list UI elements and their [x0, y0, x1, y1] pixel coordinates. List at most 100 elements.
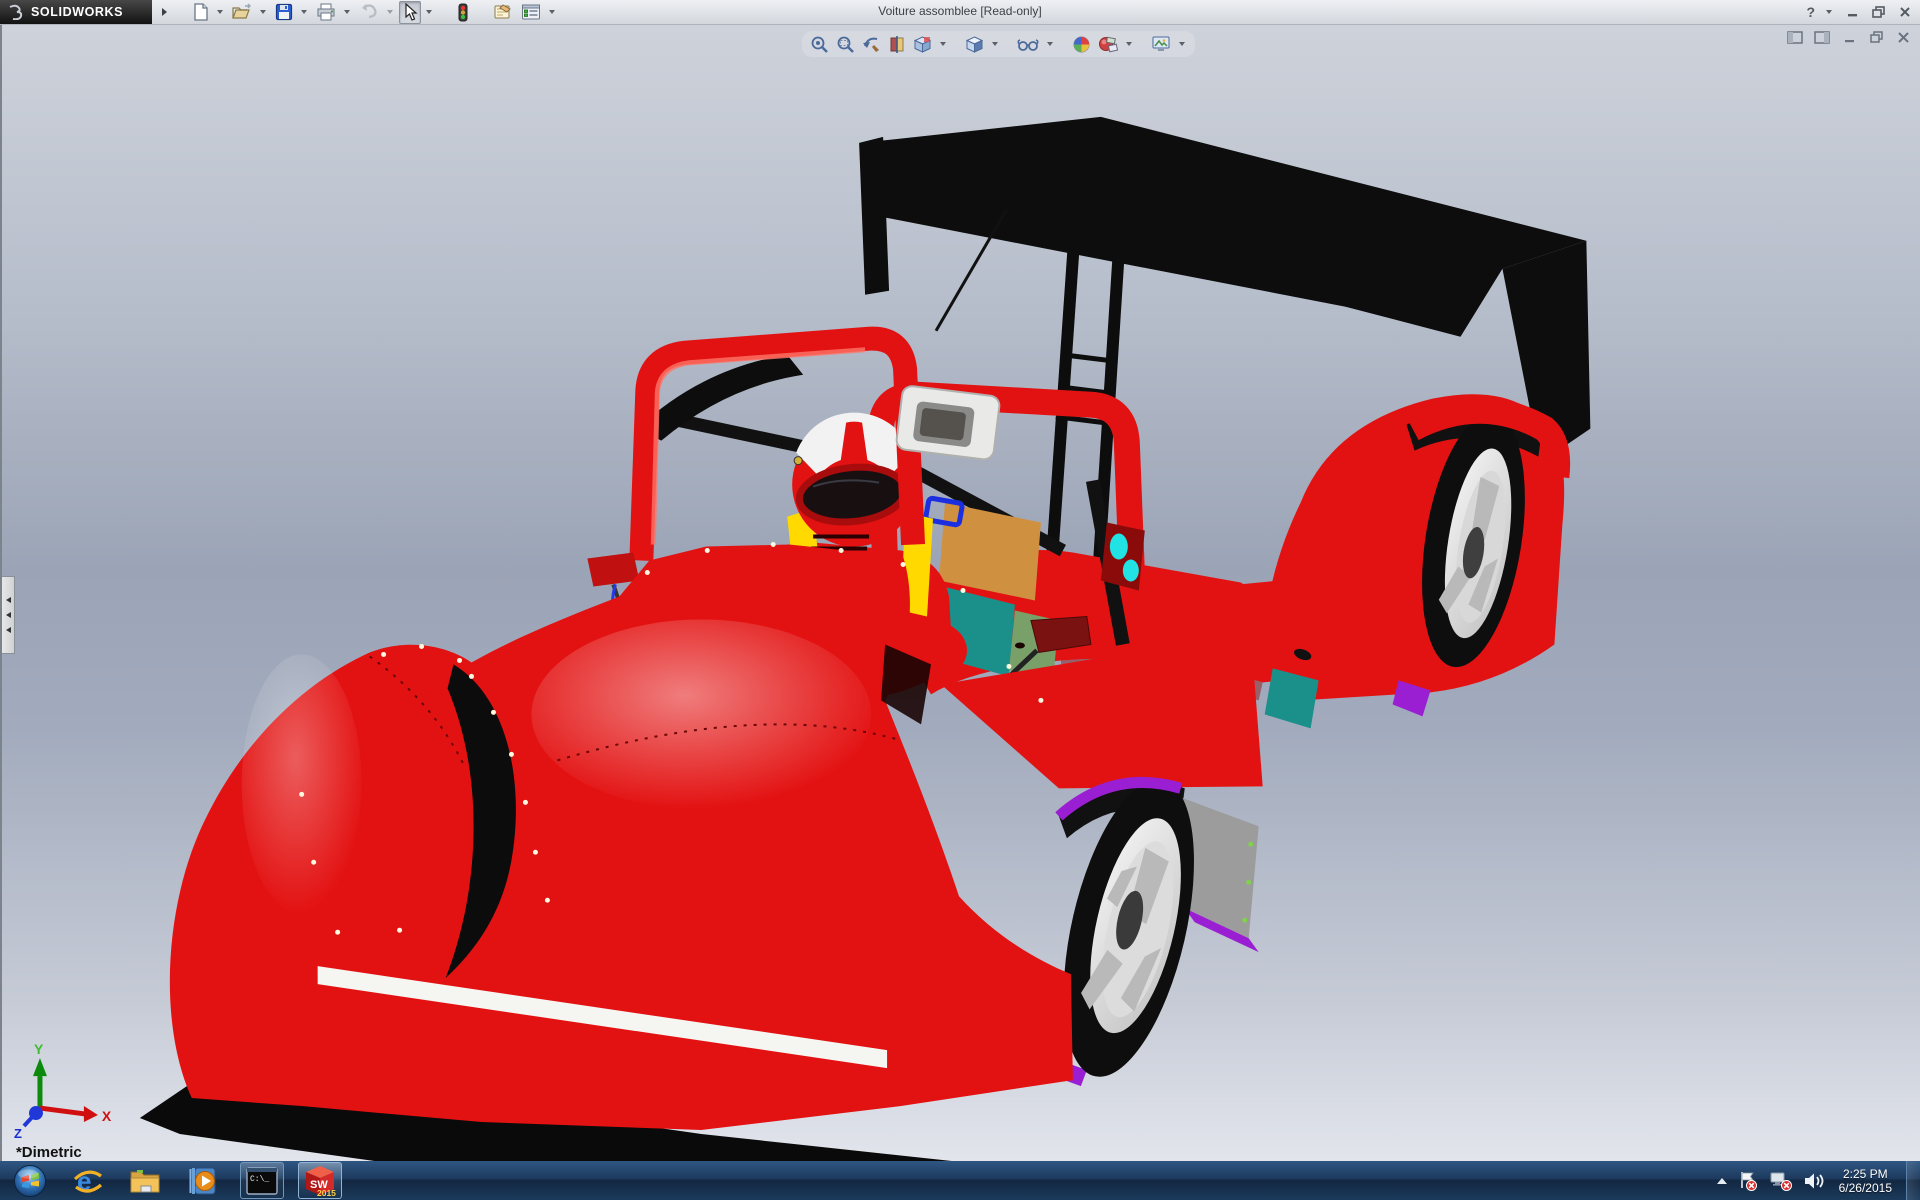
collapse-right-pane-button[interactable]	[1813, 30, 1831, 45]
triad-x-label: X	[102, 1108, 112, 1124]
view-orientation-dropdown[interactable]	[940, 42, 946, 46]
cmd-prompt-glyph: C:\_	[250, 1175, 269, 1184]
pane-arrow-icon	[6, 627, 11, 633]
hide-show-dropdown[interactable]	[1047, 42, 1053, 46]
media-player-icon	[188, 1165, 220, 1197]
help-button[interactable]: ?	[1806, 4, 1815, 20]
file-explorer-button[interactable]	[124, 1162, 168, 1199]
apply-scene-button[interactable]	[1096, 33, 1120, 55]
select-dropdown-arrow[interactable]	[426, 10, 432, 14]
solidworks-2015-icon: SW 2015	[303, 1164, 337, 1198]
internet-explorer-button[interactable]: e	[66, 1162, 110, 1199]
system-tray: 2:25 PM 6/26/2015	[1717, 1161, 1920, 1200]
minimize-document-button[interactable]	[1840, 30, 1858, 45]
side-lights	[1101, 523, 1145, 591]
collapse-left-pane-icon	[1787, 31, 1803, 44]
previous-view-button[interactable]	[860, 33, 883, 55]
restore-document-icon	[1869, 31, 1884, 44]
clock-time: 2:25 PM	[1839, 1167, 1892, 1181]
folder-icon	[129, 1166, 163, 1196]
taskbar-clock[interactable]: 2:25 PM 6/26/2015	[1839, 1167, 1892, 1195]
view-settings-icon	[1151, 35, 1171, 54]
appearance-ball-icon	[1072, 35, 1091, 54]
solidworks-taskbar-button[interactable]: SW 2015	[298, 1162, 342, 1199]
display-style-button[interactable]	[963, 33, 986, 55]
rebuild-button[interactable]	[454, 1, 472, 24]
print-dropdown-arrow[interactable]	[344, 10, 350, 14]
window-controls: ?	[1806, 0, 1914, 24]
zoom-to-fit-button[interactable]	[808, 33, 831, 55]
menu-expand-arrow-icon[interactable]	[162, 8, 167, 16]
previous-view-icon	[862, 35, 881, 54]
pane-arrow-icon	[6, 612, 11, 618]
collapse-right-pane-icon	[1814, 31, 1830, 44]
apply-scene-icon	[1098, 35, 1118, 54]
options-checklist-icon	[521, 3, 541, 21]
restore-document-button[interactable]	[1867, 30, 1885, 45]
start-button[interactable]	[8, 1162, 52, 1199]
save-button[interactable]	[272, 1, 296, 24]
close-button[interactable]	[1896, 4, 1914, 20]
command-prompt-button[interactable]: C:\_	[240, 1162, 284, 1199]
windows-taskbar: e	[0, 1161, 1920, 1200]
sw-year: 2015	[317, 1188, 336, 1198]
triad-z-label: Z	[14, 1126, 22, 1141]
save-dropdown-arrow[interactable]	[301, 10, 307, 14]
section-view-icon	[888, 35, 906, 54]
view-settings-dropdown[interactable]	[1179, 42, 1185, 46]
view-orientation-button[interactable]	[911, 33, 934, 55]
select-tool-button[interactable]	[399, 1, 421, 24]
zoom-to-area-button[interactable]	[834, 33, 857, 55]
display-style-dropdown[interactable]	[992, 42, 998, 46]
close-document-button[interactable]	[1894, 30, 1912, 45]
action-center-flag-icon[interactable]	[1737, 1170, 1759, 1192]
network-status-icon[interactable]	[1769, 1170, 1793, 1192]
undo-dropdown-arrow[interactable]	[387, 10, 393, 14]
new-dropdown-arrow[interactable]	[217, 10, 223, 14]
orientation-triad: Y X Z	[14, 1041, 112, 1141]
edit-appearance-button[interactable]	[1070, 33, 1093, 55]
hide-show-glasses-icon	[1017, 35, 1039, 54]
media-player-button[interactable]	[182, 1162, 226, 1199]
solidworks-window: SOLIDWORKS	[0, 0, 1920, 1200]
edit-sketch-note-icon	[493, 3, 513, 21]
feature-pane-collapse-tab[interactable]	[2, 576, 15, 654]
print-button[interactable]	[313, 1, 339, 24]
hidden-icons-arrow[interactable]	[1717, 1178, 1727, 1184]
close-document-icon	[1897, 31, 1910, 44]
options-button[interactable]	[518, 1, 544, 24]
main-toolbar	[189, 1, 559, 24]
display-style-cube-icon	[965, 35, 984, 54]
restore-button[interactable]	[1870, 4, 1888, 20]
new-document-button[interactable]	[189, 1, 212, 24]
internet-explorer-icon: e	[72, 1165, 104, 1197]
help-dropdown-arrow[interactable]	[1826, 10, 1832, 14]
edit-sketch-button[interactable]	[490, 1, 516, 24]
document-window-controls	[1786, 30, 1912, 45]
show-desktop-button[interactable]	[1906, 1161, 1920, 1200]
rear-bodywork[interactable]	[1263, 394, 1564, 716]
minimize-button[interactable]	[1844, 4, 1862, 20]
dassault-3ds-logo-icon	[6, 4, 26, 20]
collapse-left-pane-button[interactable]	[1786, 30, 1804, 45]
close-icon	[1899, 6, 1911, 18]
minimize-document-icon	[1843, 31, 1856, 44]
race-car-model[interactable]	[140, 117, 1590, 1161]
options-dropdown-arrow[interactable]	[549, 10, 555, 14]
open-dropdown-arrow[interactable]	[260, 10, 266, 14]
brand-text: SOLIDWORKS	[31, 5, 123, 19]
air-intake-box	[896, 385, 1001, 460]
open-button[interactable]	[229, 1, 255, 24]
view-orientation-label: *Dimetric	[16, 1144, 82, 1161]
view-orientation-cube-icon	[913, 35, 932, 54]
volume-icon[interactable]	[1803, 1171, 1825, 1191]
graphics-area[interactable]: Y X Z *Dimetric	[0, 25, 1920, 1161]
new-document-icon	[192, 3, 209, 21]
undo-button[interactable]	[356, 1, 382, 24]
apply-scene-dropdown[interactable]	[1126, 42, 1132, 46]
3d-viewport[interactable]: Y X Z *Dimetric	[2, 25, 1920, 1161]
view-settings-button[interactable]	[1149, 33, 1173, 55]
heads-up-view-toolbar	[802, 31, 1195, 57]
section-view-button[interactable]	[886, 33, 908, 55]
hide-show-items-button[interactable]	[1015, 33, 1041, 55]
